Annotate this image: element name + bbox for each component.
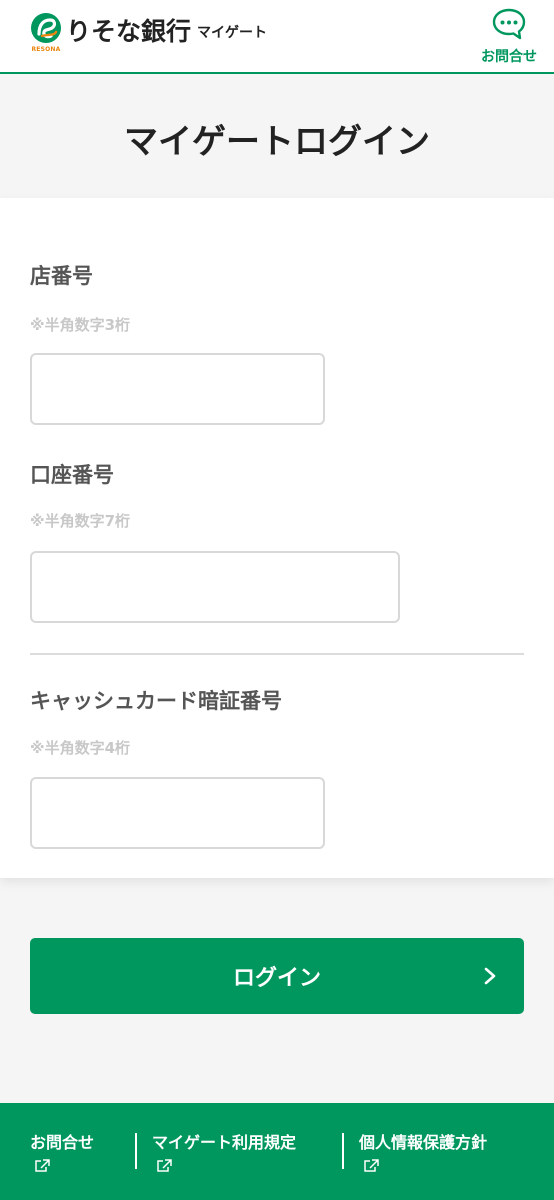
account-number-hint: ※半角数字7桁	[30, 512, 131, 530]
branch-number-hint: ※半角数字3桁	[30, 316, 131, 334]
footer-separator	[135, 1133, 137, 1169]
pin-input[interactable]	[30, 777, 325, 849]
pin-hint: ※半角数字4桁	[30, 739, 131, 757]
account-number-label: 口座番号	[30, 463, 114, 487]
pin-label: キャッシュカード暗証番号	[30, 689, 282, 713]
account-number-input[interactable]	[30, 551, 400, 623]
external-link-icon	[364, 1159, 379, 1172]
footer-link-label: マイゲート利用規定	[152, 1133, 297, 1152]
footer-link-label: お問合せ	[30, 1133, 95, 1152]
external-link-icon	[157, 1159, 172, 1172]
divider	[30, 653, 524, 655]
external-link-icon	[35, 1159, 50, 1172]
bank-name: りそな銀行	[66, 17, 192, 46]
branch-number-input[interactable]	[30, 353, 325, 425]
login-form: 店番号 ※半角数字3桁 口座番号 ※半角数字7桁 キャッシュカード暗証番号 ※半…	[0, 198, 554, 878]
contact-button[interactable]: お問合せ	[474, 8, 544, 68]
footer-link-contact[interactable]: お問合せ	[30, 1129, 94, 1173]
header: RESONA りそな銀行 マイゲート お問合せ	[0, 0, 554, 74]
chat-bubble-icon	[492, 8, 526, 40]
service-name: マイゲート	[197, 25, 267, 41]
contact-label: お問合せ	[481, 49, 537, 65]
footer-link-terms[interactable]: マイゲート利用規定	[152, 1129, 296, 1173]
footer-link-label: 個人情報保護方針	[359, 1133, 488, 1152]
branch-number-label: 店番号	[30, 264, 93, 288]
login-button[interactable]: ログイン	[30, 938, 524, 1014]
login-button-label: ログイン	[232, 965, 321, 990]
title-band: マイゲートログイン	[0, 76, 554, 198]
footer: お問合せ マイゲート利用規定 個人情報保護方針	[0, 1103, 554, 1200]
chevron-right-icon	[484, 967, 496, 985]
footer-separator	[342, 1133, 344, 1169]
footer-link-privacy[interactable]: 個人情報保護方針	[359, 1129, 487, 1173]
resona-logo-icon	[31, 13, 61, 43]
page-title: マイゲートログイン	[124, 122, 430, 162]
logo-sub-text: RESONA	[31, 46, 61, 53]
